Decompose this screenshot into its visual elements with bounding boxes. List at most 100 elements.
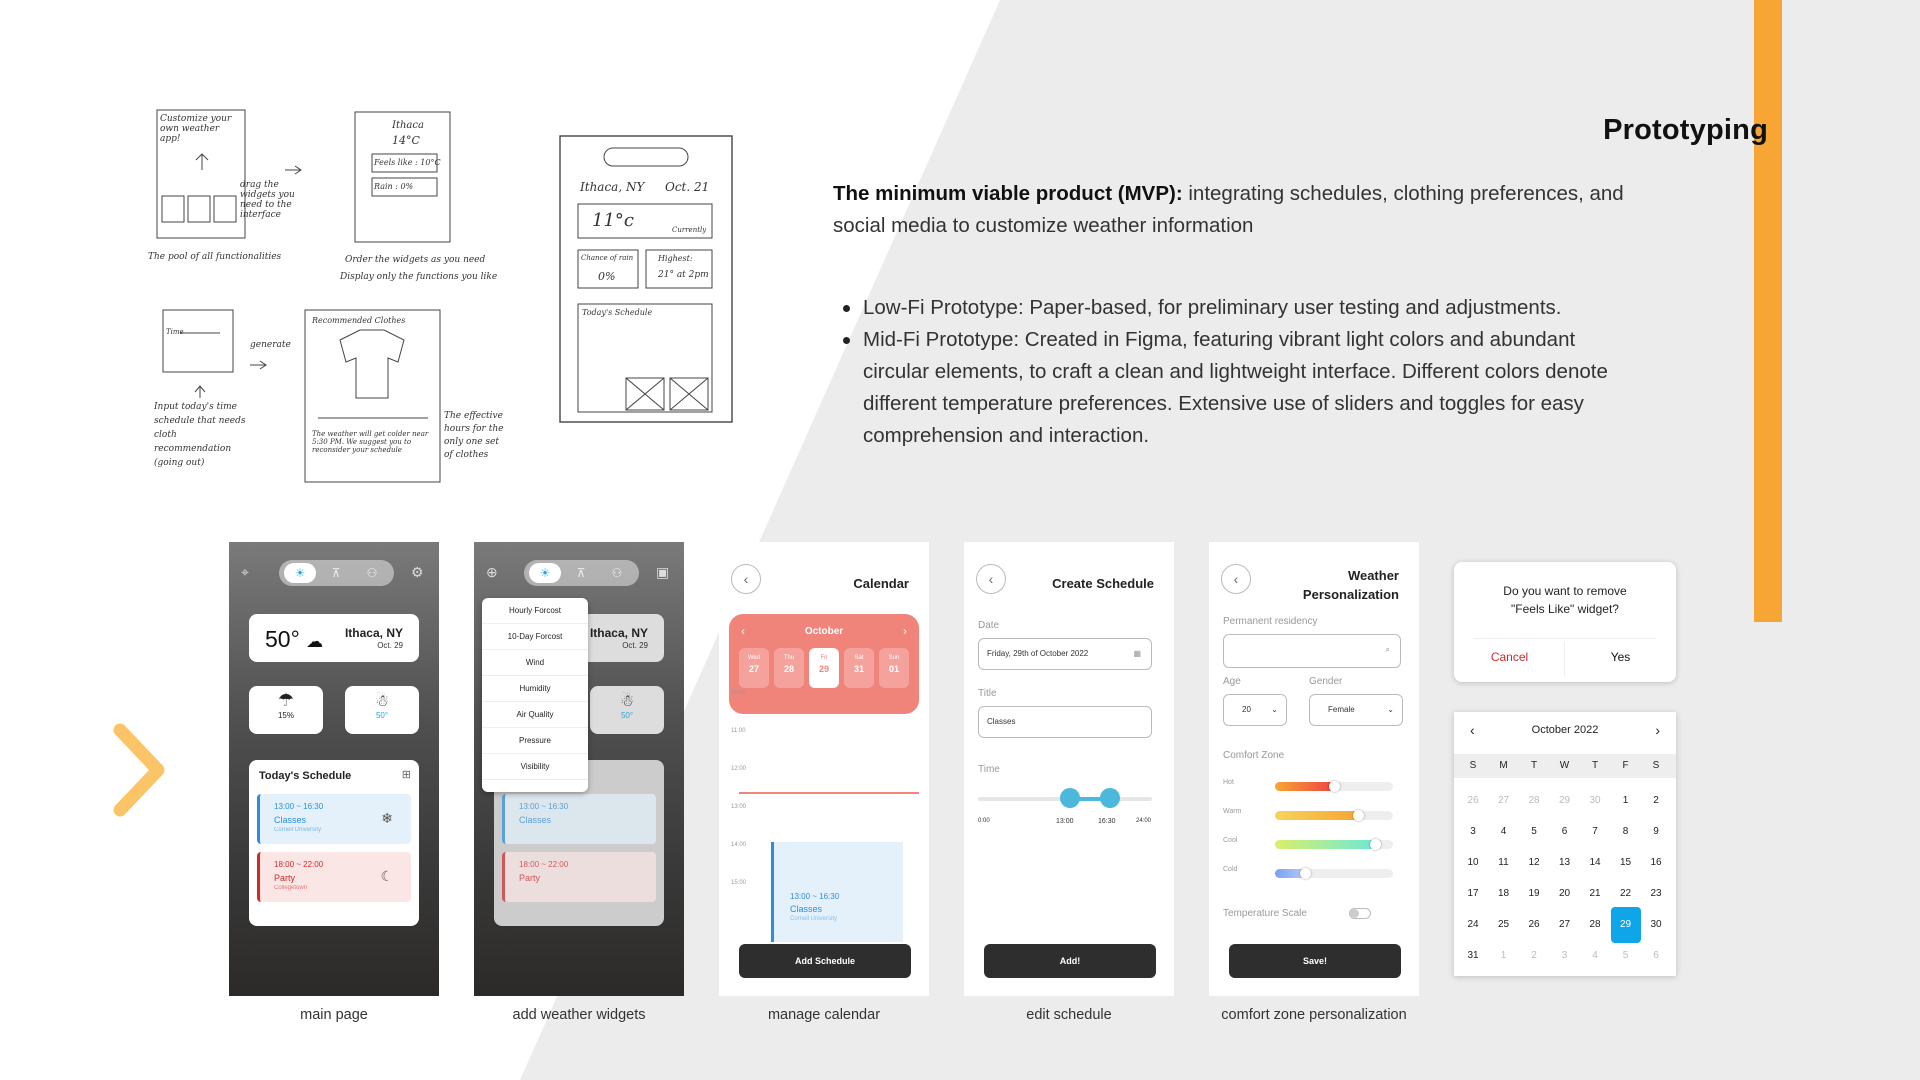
zone-handle[interactable] (1329, 781, 1340, 792)
slider-handle-end[interactable] (1100, 788, 1120, 808)
calendar-day[interactable]: 6 (1550, 819, 1580, 845)
feels-like-widget[interactable]: ☃ 50° (345, 686, 419, 734)
calendar-day[interactable]: 30 (1580, 788, 1610, 814)
title-field[interactable]: Classes (978, 706, 1152, 738)
calendar-day[interactable]: 29 (1610, 907, 1641, 943)
calendar-day[interactable]: 22 (1611, 881, 1641, 907)
location-icon[interactable]: ⌖ (241, 564, 249, 581)
menu-item[interactable]: Pressure (482, 728, 588, 754)
zone-slider[interactable] (1275, 781, 1393, 792)
calendar-day[interactable]: 11 (1489, 850, 1519, 876)
hanger-icon[interactable]: ⊼ (320, 563, 352, 583)
yes-button[interactable]: Yes (1565, 650, 1676, 664)
calendar-day[interactable]: 18 (1489, 881, 1519, 907)
calendar-day[interactable]: 24 (1458, 912, 1488, 938)
calendar-day[interactable]: 1 (1489, 943, 1519, 969)
hanger-icon[interactable]: ⊼ (565, 563, 597, 583)
back-icon[interactable]: ‹ (731, 564, 761, 594)
day-chip[interactable]: Sat 31 (844, 648, 874, 688)
calendar-day[interactable]: 8 (1611, 819, 1641, 845)
mode-switch[interactable]: ☀ ⊼ ⚇ (524, 560, 639, 586)
cancel-button[interactable]: Cancel (1454, 650, 1565, 664)
calendar-day[interactable]: 21 (1580, 881, 1610, 907)
add-icon[interactable]: ⊕ (486, 564, 498, 581)
add-button[interactable]: Add! (984, 944, 1156, 978)
next-month-icon[interactable]: › (1655, 722, 1660, 738)
calendar-day[interactable]: 27 (1550, 912, 1580, 938)
zone-handle[interactable] (1370, 839, 1382, 850)
calendar-day[interactable]: 25 (1489, 912, 1519, 938)
menu-item[interactable]: 10-Day Forcost (482, 624, 588, 650)
back-icon[interactable]: ‹ (976, 564, 1006, 594)
calendar-day[interactable]: 6 (1641, 943, 1671, 969)
calendar-day[interactable]: 30 (1641, 912, 1671, 938)
sun-icon[interactable]: ☀ (284, 563, 316, 583)
calendar-day[interactable]: 29 (1550, 788, 1580, 814)
time-slider[interactable] (978, 788, 1152, 808)
calendar-day[interactable]: 13 (1550, 850, 1580, 876)
schedule-item[interactable]: 18:00 ~ 22:00 Party (502, 852, 656, 902)
zone-handle[interactable] (1352, 810, 1364, 821)
save-icon[interactable]: ▣ (656, 564, 669, 581)
calendar-day[interactable]: 1 (1611, 788, 1641, 814)
calendar-day[interactable]: 4 (1489, 819, 1519, 845)
schedule-item[interactable]: 13:00 ~ 16:30 Classes Cornell University… (257, 794, 411, 844)
calendar-day[interactable]: 28 (1519, 788, 1549, 814)
calendar-day[interactable]: 17 (1458, 881, 1488, 907)
calendar-day[interactable]: 23 (1641, 881, 1671, 907)
calendar-day[interactable]: 4 (1580, 943, 1610, 969)
calendar-day[interactable]: 12 (1519, 850, 1549, 876)
calendar-event[interactable]: 13:00 ~ 16:30 Classes Cornell University (771, 842, 903, 942)
calendar-day[interactable]: 5 (1519, 819, 1549, 845)
zone-slider[interactable] (1275, 839, 1393, 850)
feels-like-widget[interactable]: ☃ 50° (590, 686, 664, 734)
back-icon[interactable]: ‹ (1221, 564, 1251, 594)
people-icon[interactable]: ⚇ (356, 563, 388, 583)
zone-handle[interactable] (1299, 868, 1311, 879)
scale-toggle[interactable] (1349, 908, 1371, 919)
schedule-item[interactable]: 18:00 ~ 22:00 Party Collegetown ☾ (257, 852, 411, 902)
calendar-day[interactable]: 20 (1550, 881, 1580, 907)
calendar-day[interactable]: 5 (1611, 943, 1641, 969)
zone-slider[interactable] (1275, 868, 1393, 879)
calendar-day[interactable]: 3 (1458, 819, 1488, 845)
gear-icon[interactable]: ⚙ (411, 564, 424, 581)
slider-handle-start[interactable] (1060, 788, 1080, 808)
menu-item[interactable]: Hourly Forcost (482, 598, 588, 624)
mode-switch[interactable]: ☀ ⊼ ⚇ (279, 560, 394, 586)
menu-item[interactable]: Humidity (482, 676, 588, 702)
add-schedule-button[interactable]: Add Schedule (739, 944, 911, 978)
calendar-day[interactable]: 27 (1489, 788, 1519, 814)
calendar-day[interactable]: 31 (1458, 943, 1488, 969)
calendar-day[interactable]: 7 (1580, 819, 1610, 845)
day-chip[interactable]: Fri 29 (809, 648, 839, 688)
menu-item[interactable]: Visibility (482, 754, 588, 780)
date-field[interactable]: Friday, 29th of October 2022 ▦ (978, 638, 1152, 670)
sun-icon[interactable]: ☀ (529, 563, 561, 583)
calendar-day[interactable]: 19 (1519, 881, 1549, 907)
calendar-day[interactable]: 2 (1519, 943, 1549, 969)
day-chip[interactable]: Thu 28 (774, 648, 804, 688)
menu-item[interactable]: Air Quality (482, 702, 588, 728)
day-chip[interactable]: Sun 01 (879, 648, 909, 688)
calendar-day[interactable]: 16 (1641, 850, 1671, 876)
day-chip[interactable]: Wed 27 (739, 648, 769, 688)
people-icon[interactable]: ⚇ (601, 563, 633, 583)
schedule-item[interactable]: 13:00 ~ 16:30 Classes (502, 794, 656, 844)
residency-field[interactable]: ⌕ (1223, 634, 1401, 668)
gender-select[interactable]: Female ⌄ (1309, 694, 1403, 726)
calendar-day[interactable]: 14 (1580, 850, 1610, 876)
calendar-day[interactable]: 3 (1550, 943, 1580, 969)
calendar-day[interactable]: 9 (1641, 819, 1671, 845)
menu-item[interactable]: Wind (482, 650, 588, 676)
calendar-day[interactable]: 10 (1458, 850, 1488, 876)
calendar-day[interactable]: 2 (1641, 788, 1671, 814)
save-button[interactable]: Save! (1229, 944, 1401, 978)
rain-widget[interactable]: ☂ 15% (249, 686, 323, 734)
calendar-day[interactable]: 15 (1611, 850, 1641, 876)
calendar-day[interactable]: 28 (1580, 912, 1610, 938)
add-icon[interactable]: ⊞ (402, 768, 411, 781)
age-select[interactable]: 20 ⌄ (1223, 694, 1287, 726)
calendar-day[interactable]: 26 (1458, 788, 1488, 814)
zone-slider[interactable] (1275, 810, 1393, 821)
